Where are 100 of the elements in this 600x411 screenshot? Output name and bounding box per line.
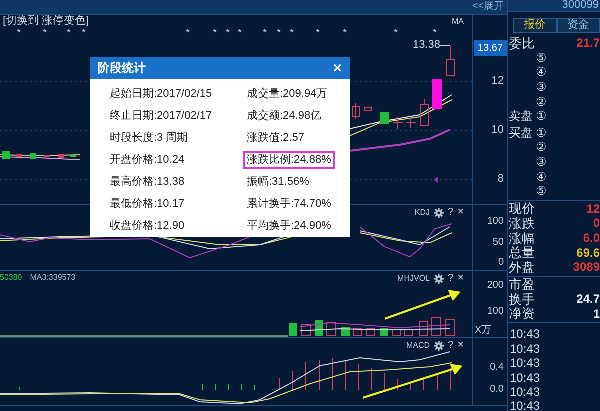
stat-text: 成交量:209.94万 bbox=[247, 87, 328, 101]
row-label: 卖盘 bbox=[509, 110, 533, 122]
indicator-value: MA3:339573 bbox=[30, 274, 76, 282]
row-label: 涨幅 bbox=[509, 232, 535, 245]
quote-value: 12 bbox=[586, 202, 600, 215]
quote-value: 6.0 bbox=[583, 232, 600, 244]
candle bbox=[364, 108, 372, 112]
row-label: 外盘 bbox=[509, 260, 535, 274]
unit-label: X万 bbox=[475, 326, 492, 336]
marker: * bbox=[394, 29, 398, 39]
marker: * bbox=[213, 29, 217, 39]
quote-value: 24.7 bbox=[576, 293, 600, 306]
close-button[interactable]: × bbox=[458, 273, 464, 284]
gear-icon[interactable] bbox=[434, 340, 444, 350]
row-label: 委比 bbox=[509, 36, 535, 50]
stat-text: 收盘价格:12.90 bbox=[110, 219, 185, 233]
axis-label: 0.4 bbox=[490, 363, 504, 373]
candle bbox=[16, 154, 22, 157]
stat-text: 起始日期:2017/02/15 bbox=[110, 87, 212, 101]
chart-mode-toggle[interactable]: [切换到 涨停变色] bbox=[3, 16, 90, 27]
marker: * bbox=[186, 29, 190, 39]
axis-label: 200 bbox=[487, 281, 504, 291]
candle bbox=[352, 102, 360, 120]
dialog-title: 阶段统计 bbox=[98, 60, 146, 77]
stat-text: 最高价格:13.38 bbox=[110, 175, 185, 189]
trade-time: 10:43 bbox=[510, 357, 540, 370]
stat-text: 累计换手:74.70% bbox=[247, 197, 332, 211]
axis-label: 8 bbox=[498, 174, 504, 185]
tab[interactable]: 报价 bbox=[513, 18, 556, 33]
stat-text: 成交额:24.98亿 bbox=[247, 109, 322, 123]
level-number: ⑤ bbox=[536, 185, 547, 198]
close-button[interactable]: × bbox=[458, 207, 464, 218]
gear-icon[interactable] bbox=[434, 274, 444, 284]
quote-value: 21.7 bbox=[576, 37, 600, 50]
stat-text: 开盘价格:10.24 bbox=[110, 153, 185, 167]
row-label: 涨跌 bbox=[509, 216, 535, 230]
row-label: 市盈 bbox=[509, 278, 535, 292]
stat-text: 终止日期:2017/02/17 bbox=[110, 109, 212, 123]
stock-code: 300099 bbox=[562, 0, 599, 11]
marker: * bbox=[343, 29, 347, 39]
axis-label: 0 bbox=[498, 258, 504, 268]
candle bbox=[2, 151, 10, 159]
trade-time: 10:43 bbox=[510, 342, 540, 355]
candle bbox=[58, 154, 64, 158]
stat-text: 振幅:31.56% bbox=[247, 175, 310, 189]
help-button[interactable]: ? bbox=[448, 208, 454, 218]
marker: * bbox=[238, 29, 242, 39]
axis-label: 12 bbox=[492, 76, 504, 87]
level-number: ① bbox=[536, 126, 547, 139]
marker: * bbox=[43, 29, 47, 39]
quote-value: 1 bbox=[593, 308, 600, 320]
level-number: ④ bbox=[536, 66, 547, 78]
axis-label: 100 bbox=[487, 217, 504, 227]
candle bbox=[432, 79, 442, 109]
quote-value: 0 bbox=[593, 217, 600, 230]
level-number: ② bbox=[536, 141, 547, 154]
row-label: 换手 bbox=[509, 292, 535, 306]
stat-text: 涨跌比例:24.88% bbox=[245, 153, 334, 167]
axis-label: 50 bbox=[492, 238, 504, 248]
stat-text: 平均换手:24.90% bbox=[247, 219, 332, 233]
triangle-marker-icon bbox=[434, 177, 438, 183]
row-label: 现价 bbox=[509, 202, 535, 216]
stat-text: 时段长度:3 周期 bbox=[110, 131, 188, 145]
indicator-label: MA bbox=[452, 18, 464, 26]
current-price-badge: 13.67 bbox=[474, 40, 507, 56]
indicator-name: KDJ bbox=[414, 208, 430, 216]
stat-text: 涨跌值:2.57 bbox=[247, 131, 304, 145]
close-button[interactable]: × bbox=[458, 340, 464, 351]
marker: * bbox=[277, 29, 281, 39]
candle bbox=[446, 46, 456, 76]
candle bbox=[420, 98, 430, 126]
row-label: 总量 bbox=[509, 246, 535, 260]
quote-value: 3089 bbox=[573, 261, 600, 274]
level-number: ① bbox=[536, 110, 547, 122]
quote-value: 69.6 bbox=[576, 246, 600, 259]
level-number: ④ bbox=[536, 170, 547, 183]
close-button[interactable]: × bbox=[333, 60, 342, 76]
level-number: ③ bbox=[536, 156, 547, 168]
level-number: ⑤ bbox=[536, 52, 547, 64]
indicator-name: MHJVOL bbox=[398, 274, 430, 282]
help-button[interactable]: ? bbox=[448, 340, 454, 350]
level-number: ② bbox=[536, 96, 547, 108]
trade-time: 10:43 bbox=[510, 400, 540, 411]
level-number: ③ bbox=[536, 81, 547, 94]
expand-button[interactable]: <<展开 bbox=[472, 2, 504, 12]
row-label: 净资 bbox=[509, 307, 535, 320]
trade-time: 10:43 bbox=[510, 372, 540, 384]
candle bbox=[30, 153, 36, 159]
help-button[interactable]: ? bbox=[448, 274, 454, 284]
marker: * bbox=[82, 29, 86, 39]
row-label: 买盘 bbox=[509, 126, 533, 139]
candle bbox=[380, 112, 389, 124]
axis-label: 0.0 bbox=[490, 385, 504, 395]
marker: * bbox=[433, 29, 437, 39]
marker: * bbox=[17, 29, 21, 39]
marker: * bbox=[290, 29, 294, 39]
stat-text: 最低价格:10.17 bbox=[110, 197, 185, 211]
tab[interactable]: 资金 bbox=[556, 18, 600, 33]
gear-icon[interactable] bbox=[434, 208, 444, 218]
high-price-label: 13.38 bbox=[413, 40, 441, 51]
